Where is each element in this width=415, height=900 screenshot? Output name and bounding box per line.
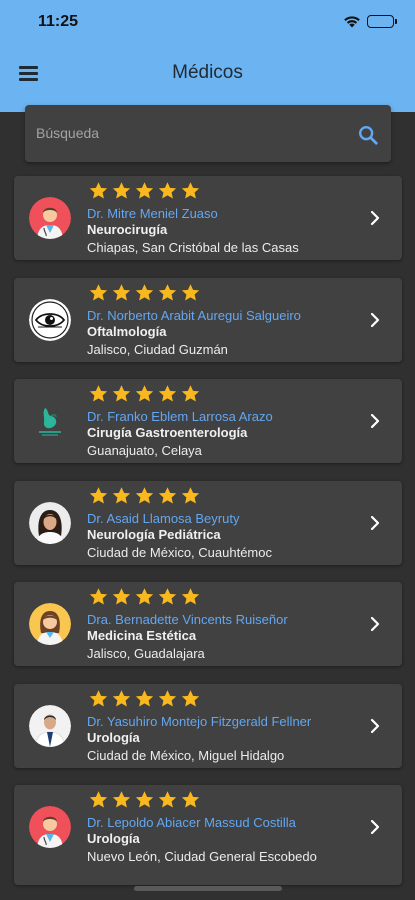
avatar [29,806,71,848]
battery-icon [367,15,397,28]
doctor-specialty: Neurología Pediátrica [87,526,221,542]
star-icon [180,384,201,404]
doctor-name: Dr. Lepoldo Abiacer Massud Costilla [87,815,296,830]
star-icon [111,689,132,709]
doctor-name: Dr. Mitre Meniel Zuaso [87,206,218,221]
avatar [29,704,71,747]
star-icon [88,486,109,506]
rating-stars [88,181,201,201]
doctor-location: Nuevo León, Ciudad General Escobedo [87,849,317,864]
doctor-name: Dra. Bernadette Vincents Ruiseñor [87,612,288,627]
star-icon [180,587,201,607]
star-icon [157,181,178,201]
chevron-right-icon[interactable] [370,312,380,328]
search-box[interactable] [25,105,391,162]
star-icon [88,689,109,709]
rating-stars [88,790,201,810]
chevron-right-icon[interactable] [370,413,380,429]
doctor-card[interactable]: Dr. Mitre Meniel Zuaso Neurocirugía Chiapa… [14,176,402,260]
doctor-name: Dr. Norberto Arabit Auregui Salgueiro [87,307,301,323]
doctor-card[interactable]: Dr. Norberto Arabit Auregui Salgueiro Oft… [14,277,402,362]
home-indicator [134,886,282,891]
star-icon [134,790,155,810]
star-icon [157,283,178,303]
doctor-location: Ciudad de México, Miguel Hidalgo [87,747,285,763]
star-icon [111,587,132,607]
status-time: 11:25 [38,13,79,30]
rating-stars [88,384,201,404]
star-icon [157,689,178,709]
star-icon [157,587,178,607]
star-icon [157,384,178,404]
avatar [29,197,71,239]
doctor-card[interactable]: Dr. Yasuhiro Montejo Fitzgerald Fellner U… [14,683,402,768]
doctor-location: Jalisco, Ciudad Guzmán [87,341,228,357]
avatar [29,603,71,645]
star-icon [111,283,132,303]
star-icon [180,689,201,709]
search-icon[interactable] [357,124,379,146]
doctor-location: Chiapas, San Cristóbal de las Casas [87,240,299,255]
star-icon [111,384,132,404]
doctor-specialty: Oftalmología [87,323,167,339]
star-icon [134,384,155,404]
star-icon [111,181,132,201]
doctor-name: Dr. Franko Eblem Larrosa Arazo [87,409,273,424]
avatar [29,501,71,544]
doctor-specialty: Neurocirugía [87,222,168,237]
chevron-right-icon[interactable] [370,515,380,531]
star-icon [88,283,109,303]
doctor-list: Dr. Mitre Meniel Zuaso Neurocirugía Chiapa… [14,176,402,900]
star-icon [180,181,201,201]
search-input[interactable] [36,122,336,144]
doctor-name: Dr. Yasuhiro Montejo Fitzgerald Fellner [87,713,312,729]
doctor-card[interactable]: Dr. Franko Eblem Larrosa Arazo Cirugía Ga… [14,379,402,463]
doctor-specialty: Urología [87,729,140,745]
doctor-card[interactable]: Dr. Lepoldo Abiacer Massud Costilla Urolo… [14,785,402,885]
star-icon [134,486,155,506]
star-icon [134,689,155,709]
star-icon [180,790,201,810]
rating-stars [88,486,201,506]
doctor-specialty: Cirugía Gastroenterología [87,425,248,440]
doctor-name: Dr. Asaid Llamosa Beyruty [87,510,240,526]
star-icon [88,587,109,607]
chevron-right-icon[interactable] [370,210,380,226]
doctor-location: Jalisco, Guadalajara [87,646,205,661]
avatar [29,400,71,442]
status-bar: 11:25 [0,0,415,44]
doctor-specialty: Medicina Estética [87,628,197,643]
star-icon [134,283,155,303]
star-icon [157,790,178,810]
chevron-right-icon[interactable] [370,819,380,835]
star-icon [88,790,109,810]
star-icon [88,384,109,404]
rating-stars [88,283,201,303]
star-icon [157,486,178,506]
rating-stars [88,587,201,607]
wifi-icon [344,16,360,28]
page-title: Médicos [172,62,243,83]
doctor-specialty: Urología [87,831,140,846]
avatar [29,298,71,341]
doctor-card[interactable]: Dr. Asaid Llamosa Beyruty Neurología Pedi… [14,480,402,565]
star-icon [111,486,132,506]
app-header: 11:25 Médicos [0,0,415,112]
star-icon [180,486,201,506]
star-icon [134,587,155,607]
star-icon [134,181,155,201]
rating-stars [88,689,201,709]
star-icon [111,790,132,810]
doctor-location: Guanajuato, Celaya [87,443,202,458]
chevron-right-icon[interactable] [370,616,380,632]
chevron-right-icon[interactable] [370,718,380,734]
star-icon [180,283,201,303]
doctor-location: Ciudad de México, Cuauhtémoc [87,544,272,560]
doctor-card[interactable]: Dra. Bernadette Vincents Ruiseñor Medicin… [14,582,402,666]
star-icon [88,181,109,201]
